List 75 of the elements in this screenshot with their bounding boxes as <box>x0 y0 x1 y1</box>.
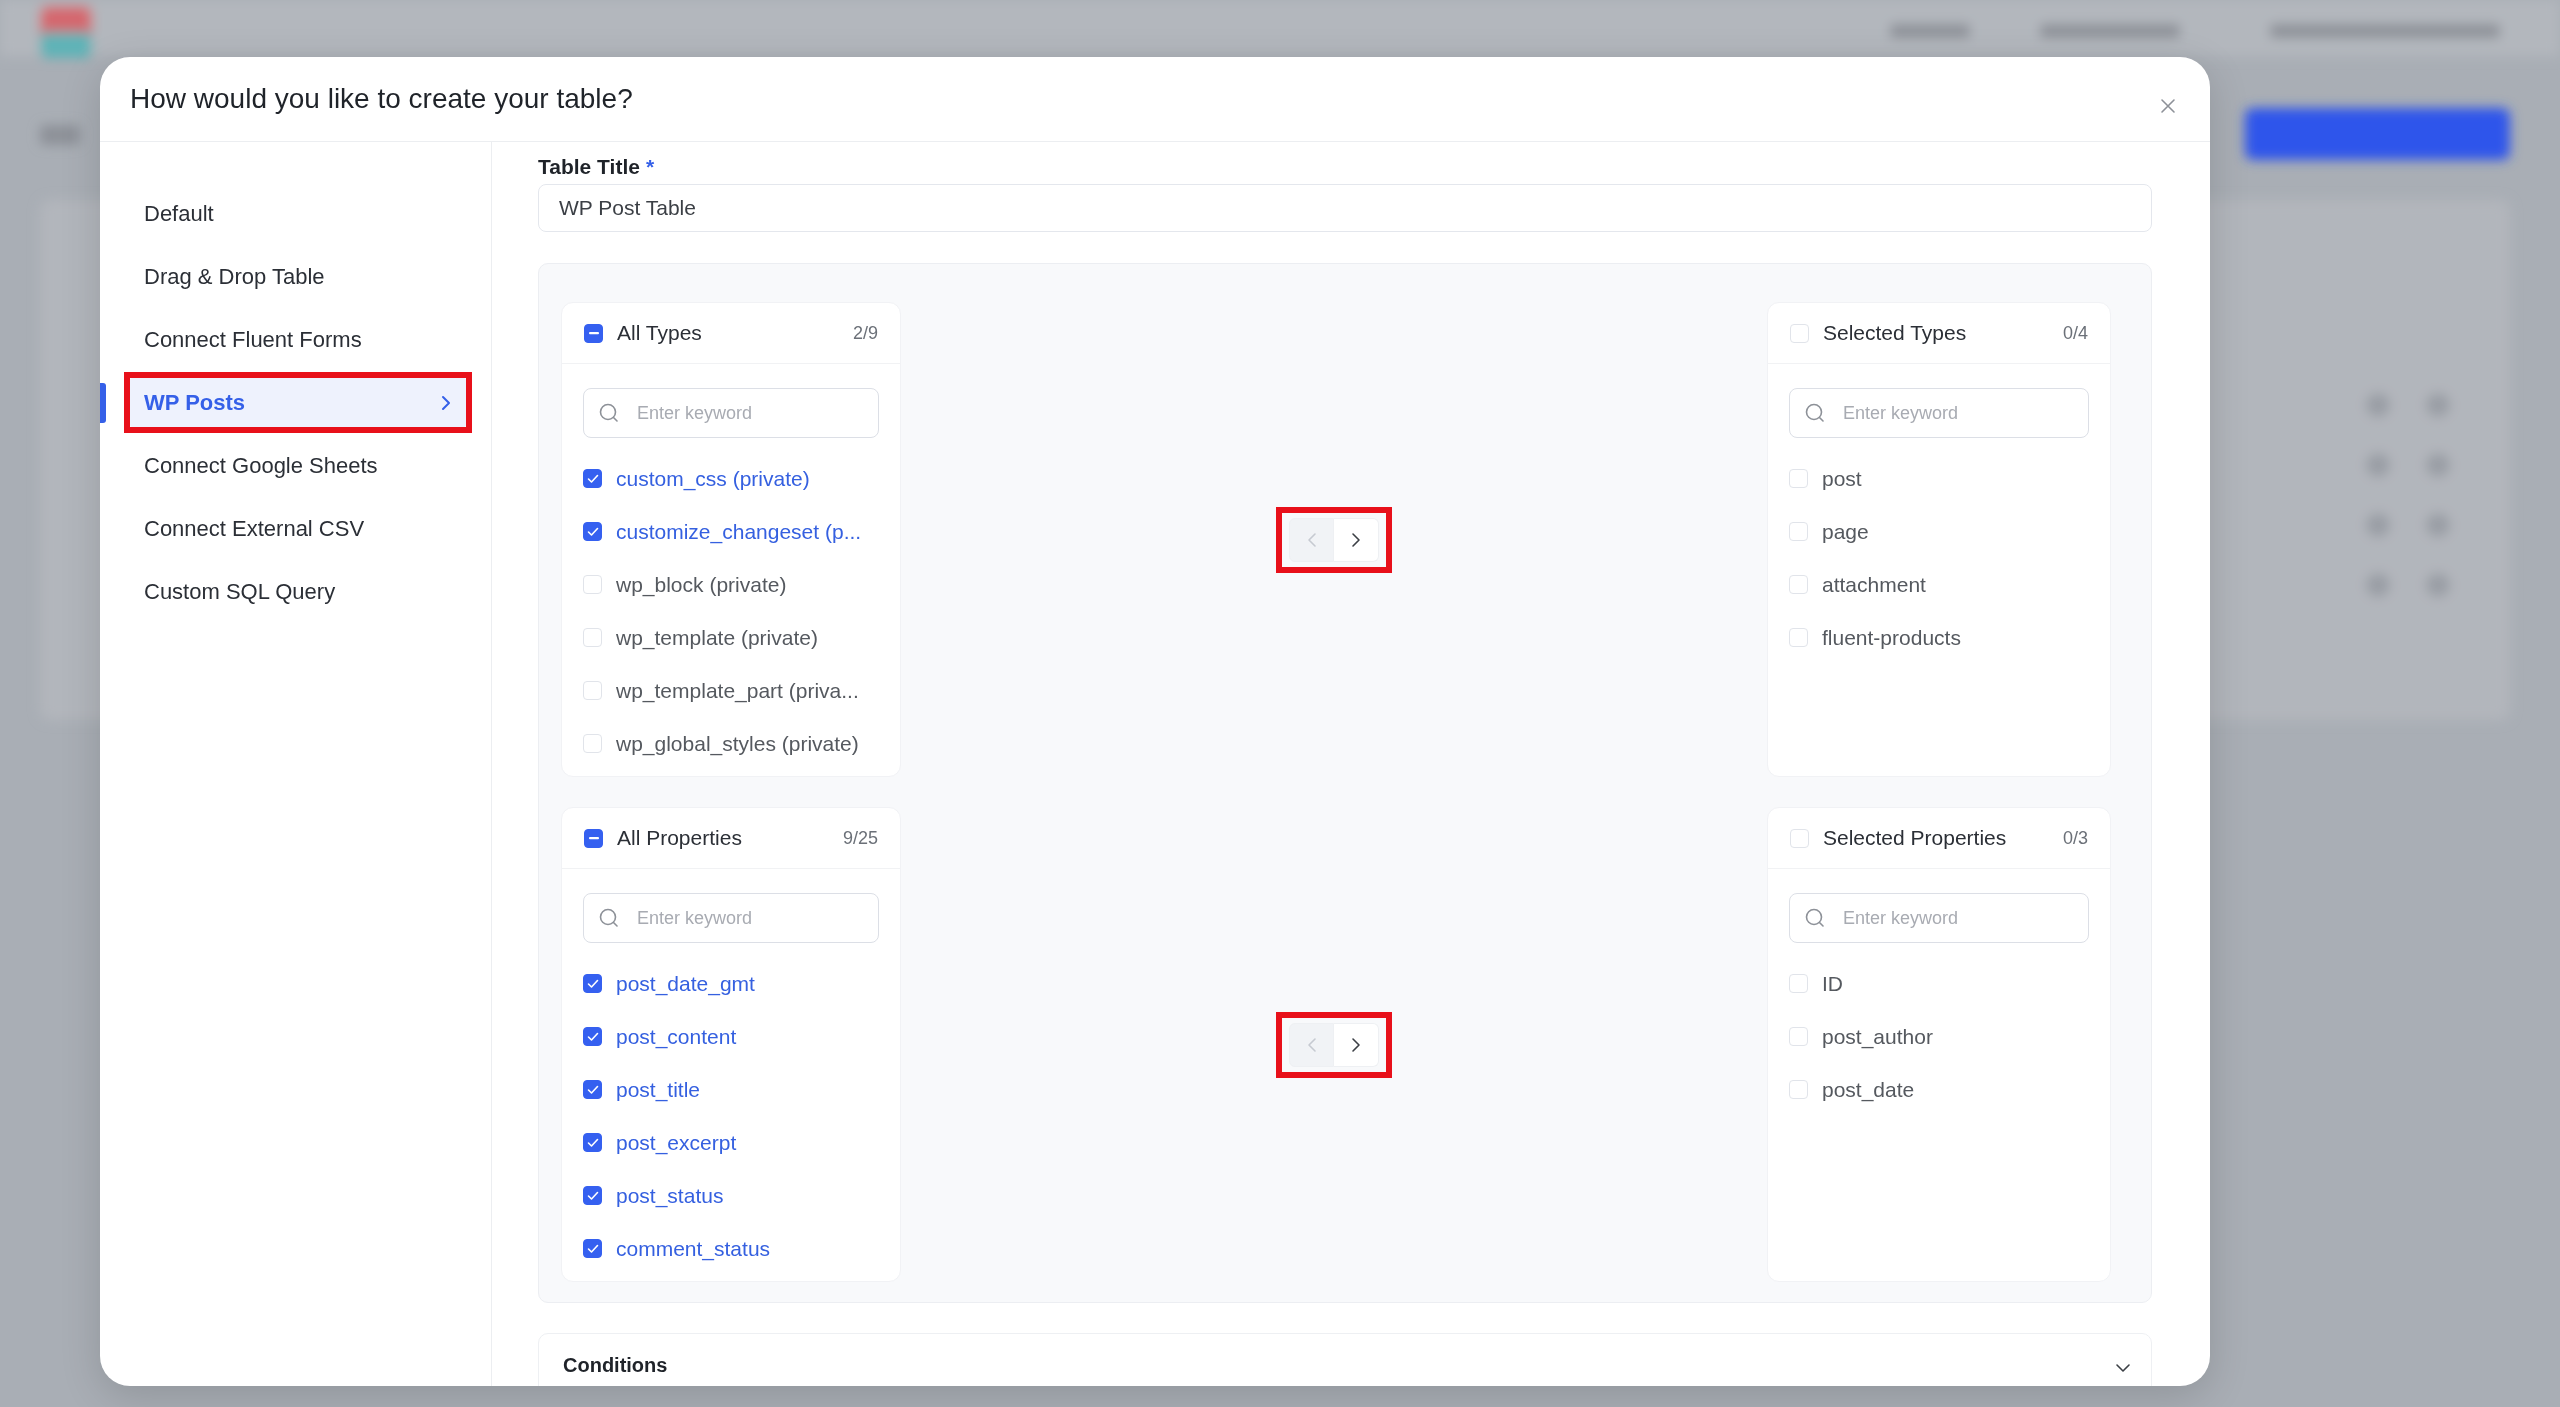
item-label: fluent-products <box>1822 625 1961 650</box>
item-label: post_title <box>616 1077 701 1102</box>
panel-title: All Types <box>617 321 703 345</box>
sidebar-item[interactable]: WP Posts <box>130 378 466 427</box>
item-label: wp_global_styles (private) <box>616 731 859 756</box>
required-mark: * <box>645 155 655 179</box>
minus-icon <box>588 836 599 840</box>
item-label: custom_css (private) <box>616 466 810 491</box>
item-label: post_author <box>1822 1024 1933 1049</box>
checkbox[interactable] <box>584 828 603 848</box>
search-icon <box>599 908 618 927</box>
logo <box>40 6 92 58</box>
chevron-right-icon <box>1349 1036 1363 1053</box>
sidebar-item[interactable]: Default <box>130 189 466 238</box>
item-count: 0/3 <box>2062 827 2088 849</box>
item-label: customize_changeset (p... <box>616 519 862 544</box>
checkbox[interactable] <box>583 1027 602 1046</box>
checkbox[interactable] <box>583 469 602 488</box>
item-count: 0/4 <box>2062 322 2088 344</box>
item-label: comment_status <box>616 1236 771 1261</box>
check-icon <box>586 978 599 989</box>
item-count: 2/9 <box>852 322 878 344</box>
field-label: Table Title <box>538 155 640 179</box>
checkbox[interactable] <box>583 1080 602 1099</box>
search-field[interactable]: Enter keyword <box>1789 893 2089 943</box>
item-label: wp_template (private) <box>616 625 818 650</box>
checkbox[interactable] <box>583 1239 602 1258</box>
item-label: post_excerpt <box>616 1130 737 1155</box>
close-icon <box>2160 98 2176 114</box>
minus-icon <box>588 331 599 335</box>
sidebar-item[interactable]: Connect Google Sheets <box>130 441 466 490</box>
panel-title: Selected Types <box>1823 321 1968 345</box>
chevron-right-icon <box>1349 531 1363 548</box>
panel-title: Selected Properties <box>1823 826 2008 850</box>
section-title: Conditions <box>563 1354 668 1377</box>
check-icon <box>586 1031 599 1042</box>
search-icon <box>1805 403 1824 422</box>
search-icon <box>599 403 618 422</box>
sidebar-item[interactable]: Drag & Drop Table <box>130 252 466 301</box>
search-icon <box>1805 908 1824 927</box>
checkbox[interactable] <box>583 522 602 541</box>
check-icon <box>586 473 599 484</box>
item-label: attachment <box>1822 572 1926 597</box>
search-field[interactable]: Enter keyword <box>583 388 879 438</box>
item-label: post_date <box>1822 1077 1915 1102</box>
checkbox[interactable] <box>583 1133 602 1152</box>
search-field[interactable]: Enter keyword <box>1789 388 2089 438</box>
sidebar-item[interactable]: Custom SQL Query <box>130 567 466 616</box>
panel-title: All Properties <box>617 826 743 850</box>
sidebar-item[interactable]: Connect External CSV <box>130 504 466 553</box>
move-right-button[interactable] <box>1334 1022 1379 1067</box>
item-label: post_content <box>616 1024 737 1049</box>
item-label: post_date_gmt <box>616 971 755 996</box>
input-field[interactable]: WP Post Table <box>538 184 2152 232</box>
active-indicator <box>100 382 106 423</box>
item-label: post_status <box>616 1183 724 1208</box>
search-field[interactable]: Enter keyword <box>583 893 879 943</box>
move-right-button[interactable] <box>1334 517 1379 562</box>
page-heading <box>40 125 80 145</box>
item-label: page <box>1822 519 1869 544</box>
check-icon <box>586 1243 599 1254</box>
dialog-title: How would you like to create your table? <box>130 83 633 115</box>
item-label: wp_template_part (priva... <box>616 678 859 703</box>
item-label: ID <box>1822 971 1843 996</box>
check-icon <box>586 1137 599 1148</box>
check-icon <box>586 1084 599 1095</box>
checkbox[interactable] <box>583 974 602 993</box>
item-label: post <box>1822 466 1862 491</box>
sidebar-item[interactable]: Connect Fluent Forms <box>130 315 466 364</box>
checkbox[interactable] <box>584 323 603 343</box>
item-label: wp_block (private) <box>616 572 787 597</box>
checkbox[interactable] <box>583 1186 602 1205</box>
check-icon <box>586 1190 599 1201</box>
check-icon <box>586 526 599 537</box>
item-count: 9/25 <box>842 827 878 849</box>
